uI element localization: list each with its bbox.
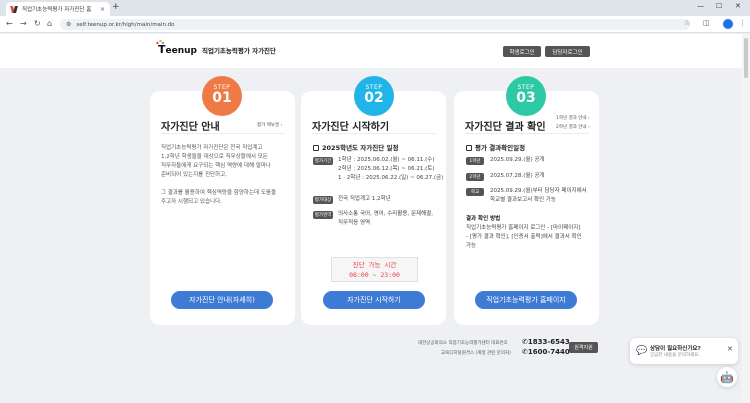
step2-badge: STEP 02: [354, 76, 394, 116]
tag-grade1: 1학년: [466, 157, 484, 165]
address-bar: ← → ↻ ⌂ ⚙ self.teenup.or.kr/high/main/ma…: [0, 16, 750, 33]
calendar-icon: [466, 145, 472, 151]
tag-area: 평가영역: [313, 211, 333, 219]
method-text: 직업기초능력평가 홈페이지 로그인 - [마이페이지] - [평가 결과 확인]…: [466, 225, 582, 249]
url-input[interactable]: ⚙ self.teenup.or.kr/high/main/main.do: [60, 19, 690, 30]
school-date: 2025.09.29.(월)부터 담당자 페이지에서 학교별 결과보고서 확인 …: [490, 188, 587, 203]
schedule-title: 2025학년도 자가진단 일정: [313, 142, 398, 152]
maximize-icon[interactable]: ☐: [716, 2, 722, 10]
grade1-result-link[interactable]: 1학년 결과 안내 ›: [556, 115, 590, 121]
card3-divider: [465, 133, 589, 134]
logo-dots-icon: [156, 39, 164, 45]
home-icon[interactable]: ⌂: [47, 19, 52, 28]
profile-avatar[interactable]: [723, 19, 733, 29]
calendar-icon: [313, 145, 319, 151]
step1-badge: STEP 01: [202, 76, 242, 116]
method-title: 결과 확인 방법: [466, 216, 501, 222]
tag-grade2: 2학년: [466, 173, 484, 181]
teacher-login-button[interactable]: 담당자로그인: [545, 46, 590, 57]
student-login-button[interactable]: 학생로그인: [503, 46, 541, 57]
chat-title: 상담이 필요하신가요?: [650, 346, 701, 352]
extensions-icon[interactable]: ◫: [703, 19, 710, 27]
available-time-value: 08:00 ~ 23:00: [349, 271, 400, 279]
available-time-label: 진단 가능 시간: [352, 261, 397, 269]
target-text: 전국 직업계고 1,2학년: [338, 196, 391, 202]
close-window-icon[interactable]: ✕: [735, 2, 741, 10]
available-time-box: 진단 가능 시간 08:00 ~ 23:00: [331, 257, 418, 282]
period-text: 1학년 : 2025.06.02.(월) ~ 06.11.(수) 2학년 : 2…: [338, 157, 444, 181]
reload-icon[interactable]: ↻: [34, 19, 41, 28]
tag-target: 평가대상: [313, 196, 333, 204]
browser-tab[interactable]: 직업기초능력평가 자가진단 홈 ×: [6, 2, 110, 16]
card2-divider: [312, 133, 436, 134]
scrollbar-thumb[interactable]: [744, 38, 748, 78]
step3-badge: STEP 03: [506, 76, 546, 116]
chat-subtitle: 궁금한 내용을 문의하세요.: [650, 353, 700, 358]
new-tab-icon[interactable]: +: [112, 2, 120, 12]
chat-widget[interactable]: 💬 상담이 필요하신가요? 궁금한 내용을 문의하세요. ✕: [630, 338, 738, 364]
grade2-date: 2025.07.28.(월) 공개: [490, 173, 545, 179]
tag-period: 평가기간: [313, 157, 333, 165]
footer-phone1: ✆1833-6543: [522, 338, 570, 346]
back-icon[interactable]: ←: [6, 19, 13, 28]
minimize-icon[interactable]: —: [697, 2, 704, 10]
area-text: 의사소통 국어, 영어, 수리활용, 문제해결, 직무적응 영역: [338, 211, 433, 226]
card1-title: 자가진단 안내: [161, 122, 220, 133]
homepage-button[interactable]: 직업기초능력평가 홈페이지: [475, 291, 577, 309]
site-header: [0, 34, 742, 68]
card3-title: 자가진단 결과 확인: [465, 122, 546, 133]
site-name: 직업기초능력평가 자가진단: [201, 46, 277, 55]
tab-title: 직업기초능력평가 자가진단 홈: [22, 7, 92, 13]
chatbot-icon[interactable]: 🤖: [717, 367, 737, 387]
chat-bubble-icon: 💬: [636, 346, 648, 356]
footer-org1: 대한상공회의소 직업기초능력평가센터 대표번호: [418, 341, 508, 346]
result-schedule-title: 평가 결과확인일정: [466, 142, 525, 152]
card2-title: 자가진단 시작하기: [312, 122, 390, 133]
site-favicon-icon: [11, 6, 18, 13]
chat-close-icon[interactable]: ✕: [727, 345, 733, 353]
manual-link[interactable]: 평가 메뉴얼 ›: [257, 122, 282, 128]
forward-icon[interactable]: →: [20, 19, 27, 28]
card1-body: 직업기초능력평가 자가진단은 전국 직업계고 1,2학년 학생들을 대상으로 직…: [161, 145, 277, 205]
footer-org2: 교육디지털원격스 (계정 관련 문의처): [441, 351, 511, 356]
page-scrollbar[interactable]: [742, 34, 750, 403]
grade1-date: 2025.09.29.(월) 공개: [490, 157, 545, 163]
browser-tab-bar: 직업기초능력평가 자가진단 홈 × + — ☐ ✕: [0, 0, 750, 16]
footer-phone2: ✆1600-7440: [522, 348, 570, 356]
step-number: 01: [212, 90, 232, 106]
grade2-result-link[interactable]: 2학년 결과 안내 ›: [556, 124, 590, 130]
tab-close-icon[interactable]: ×: [100, 6, 105, 13]
start-diagnosis-button[interactable]: 자가진단 시작하기: [323, 291, 425, 309]
site-info-icon[interactable]: ⚙: [66, 21, 71, 28]
guide-detail-button[interactable]: 자가진단 안내(자세히): [171, 291, 273, 309]
card1-divider: [161, 133, 285, 134]
tag-school: 학교: [466, 188, 484, 196]
bookmark-star-icon[interactable]: ☆: [684, 19, 690, 27]
step-number: 02: [364, 90, 384, 106]
remote-support-button[interactable]: 원격지원: [569, 342, 598, 353]
site-logo[interactable]: Teenup 직업기초능력평가 자가진단: [156, 39, 277, 56]
step-number: 03: [516, 90, 536, 106]
menu-dots-icon[interactable]: ⋮: [739, 19, 746, 27]
url-text: self.teenup.or.kr/high/main/main.do: [76, 21, 175, 28]
